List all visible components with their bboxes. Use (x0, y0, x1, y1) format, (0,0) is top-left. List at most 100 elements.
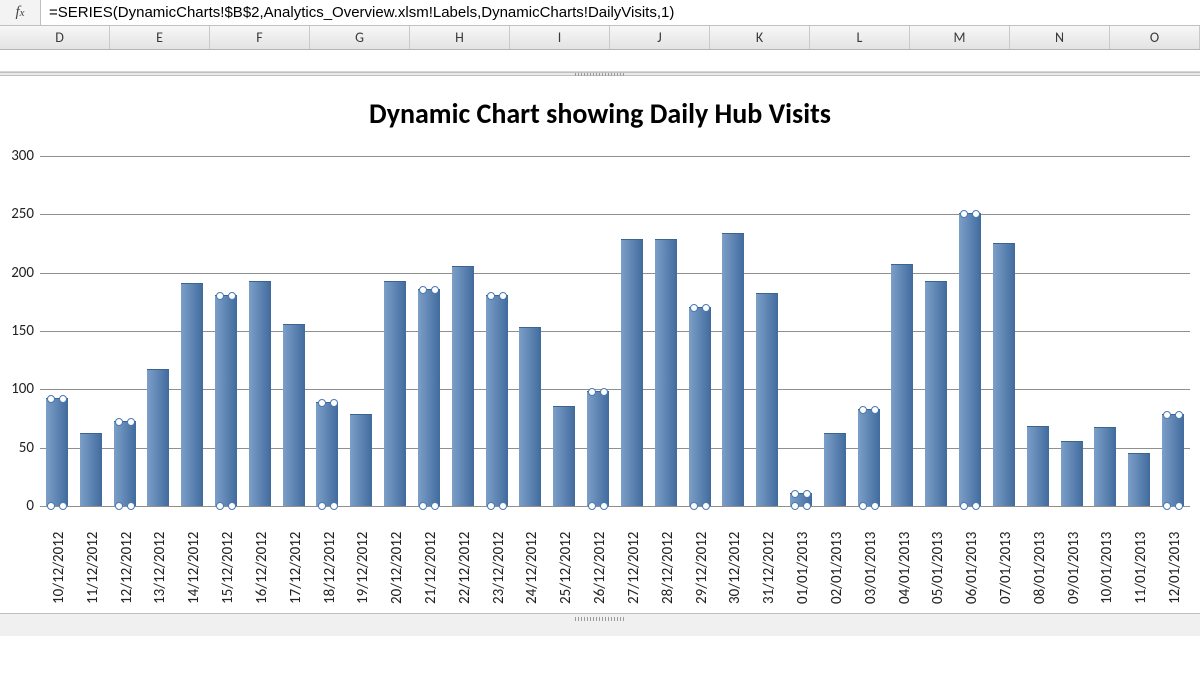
bar-slot (1122, 453, 1156, 507)
data-bar[interactable] (316, 402, 338, 506)
selection-handle-icon[interactable] (487, 292, 495, 300)
data-bar[interactable] (215, 295, 237, 506)
data-bar[interactable] (824, 433, 846, 506)
column-header[interactable]: E (110, 26, 210, 49)
selection-handle-icon[interactable] (318, 399, 326, 407)
selection-handle-icon[interactable] (228, 502, 236, 510)
data-bar[interactable] (858, 409, 880, 506)
column-header[interactable]: D (10, 26, 110, 49)
data-bar[interactable] (722, 233, 744, 506)
gridline (40, 506, 1190, 507)
bottom-separator[interactable] (0, 613, 1200, 636)
column-header[interactable]: F (210, 26, 310, 49)
column-header[interactable]: L (810, 26, 910, 49)
selection-handle-icon[interactable] (487, 502, 495, 510)
selection-handle-icon[interactable] (791, 502, 799, 510)
bar-slot (40, 398, 74, 506)
formula-input[interactable] (41, 0, 1200, 25)
data-bar[interactable] (181, 283, 203, 506)
selection-handle-icon[interactable] (499, 502, 507, 510)
data-bar[interactable] (621, 239, 643, 506)
fx-icon[interactable]: fx (0, 0, 41, 25)
data-bar[interactable] (756, 293, 778, 506)
data-bar[interactable] (1128, 453, 1150, 507)
selection-handle-icon[interactable] (690, 304, 698, 312)
plot-area[interactable]: 050100150200250300 (40, 156, 1190, 506)
column-header[interactable]: K (710, 26, 810, 49)
selection-handle-icon[interactable] (690, 502, 698, 510)
data-bar[interactable] (114, 421, 136, 506)
data-bar[interactable] (925, 281, 947, 506)
x-tick-label: 18/12/2012 (321, 532, 339, 604)
data-bar[interactable] (959, 213, 981, 506)
selection-handle-icon[interactable] (803, 502, 811, 510)
selection-handle-icon[interactable] (431, 502, 439, 510)
data-bar[interactable] (1162, 414, 1184, 506)
data-bar[interactable] (993, 243, 1015, 507)
selection-handle-icon[interactable] (702, 502, 710, 510)
chart-title[interactable]: Dynamic Chart showing Daily Hub Visits (0, 96, 1200, 131)
selection-handle-icon[interactable] (960, 502, 968, 510)
data-bar[interactable] (587, 391, 609, 506)
bar-slot (378, 281, 412, 506)
selection-handle-icon[interactable] (228, 292, 236, 300)
selection-handle-icon[interactable] (59, 395, 67, 403)
data-bar[interactable] (384, 281, 406, 506)
column-header[interactable]: O (1110, 26, 1200, 49)
selection-handle-icon[interactable] (588, 388, 596, 396)
selection-handle-icon[interactable] (330, 399, 338, 407)
chart-area[interactable]: Dynamic Chart showing Daily Hub Visits 0… (0, 76, 1200, 636)
selection-handle-icon[interactable] (859, 502, 867, 510)
data-bar[interactable] (249, 281, 271, 506)
selection-handle-icon[interactable] (216, 292, 224, 300)
selection-handle-icon[interactable] (588, 502, 596, 510)
data-bar[interactable] (689, 307, 711, 506)
selection-handle-icon[interactable] (871, 502, 879, 510)
selection-handle-icon[interactable] (47, 395, 55, 403)
data-bar[interactable] (655, 239, 677, 506)
selection-handle-icon[interactable] (972, 502, 980, 510)
data-bar[interactable] (80, 433, 102, 506)
selection-handle-icon[interactable] (419, 502, 427, 510)
selection-handle-icon[interactable] (59, 502, 67, 510)
selection-handle-icon[interactable] (600, 388, 608, 396)
column-header[interactable]: I (510, 26, 610, 49)
y-tick-label: 150 (0, 322, 34, 340)
selection-handle-icon[interactable] (47, 502, 55, 510)
bar-slot (919, 281, 953, 506)
data-bar[interactable] (147, 369, 169, 507)
selection-handle-icon[interactable] (499, 292, 507, 300)
selection-handle-icon[interactable] (1175, 502, 1183, 510)
selection-handle-icon[interactable] (318, 502, 326, 510)
selection-handle-icon[interactable] (127, 502, 135, 510)
x-tick-label: 02/01/2013 (828, 532, 846, 604)
selection-handle-icon[interactable] (115, 502, 123, 510)
column-header[interactable]: N (1010, 26, 1110, 49)
data-bar[interactable] (452, 266, 474, 506)
selection-handle-icon[interactable] (871, 406, 879, 414)
data-bar[interactable] (46, 398, 68, 506)
data-bar[interactable] (553, 406, 575, 506)
bar-slot (547, 406, 581, 506)
column-header[interactable]: G (310, 26, 410, 49)
selection-handle-icon[interactable] (115, 418, 123, 426)
column-header[interactable]: H (410, 26, 510, 49)
data-bar[interactable] (1061, 441, 1083, 506)
data-bar[interactable] (1094, 427, 1116, 506)
selection-handle-icon[interactable] (216, 502, 224, 510)
selection-handle-icon[interactable] (600, 502, 608, 510)
data-bar[interactable] (1027, 426, 1049, 506)
selection-handle-icon[interactable] (1163, 502, 1171, 510)
selection-handle-icon[interactable] (330, 502, 338, 510)
selection-handle-icon[interactable] (127, 418, 135, 426)
data-bar[interactable] (519, 327, 541, 507)
data-bar[interactable] (350, 414, 372, 506)
data-bar[interactable] (486, 295, 508, 506)
selection-handle-icon[interactable] (702, 304, 710, 312)
selection-handle-icon[interactable] (859, 406, 867, 414)
data-bar[interactable] (891, 264, 913, 507)
data-bar[interactable] (283, 324, 305, 506)
column-header[interactable]: J (610, 26, 710, 49)
column-header[interactable]: M (910, 26, 1010, 49)
data-bar[interactable] (418, 289, 440, 506)
